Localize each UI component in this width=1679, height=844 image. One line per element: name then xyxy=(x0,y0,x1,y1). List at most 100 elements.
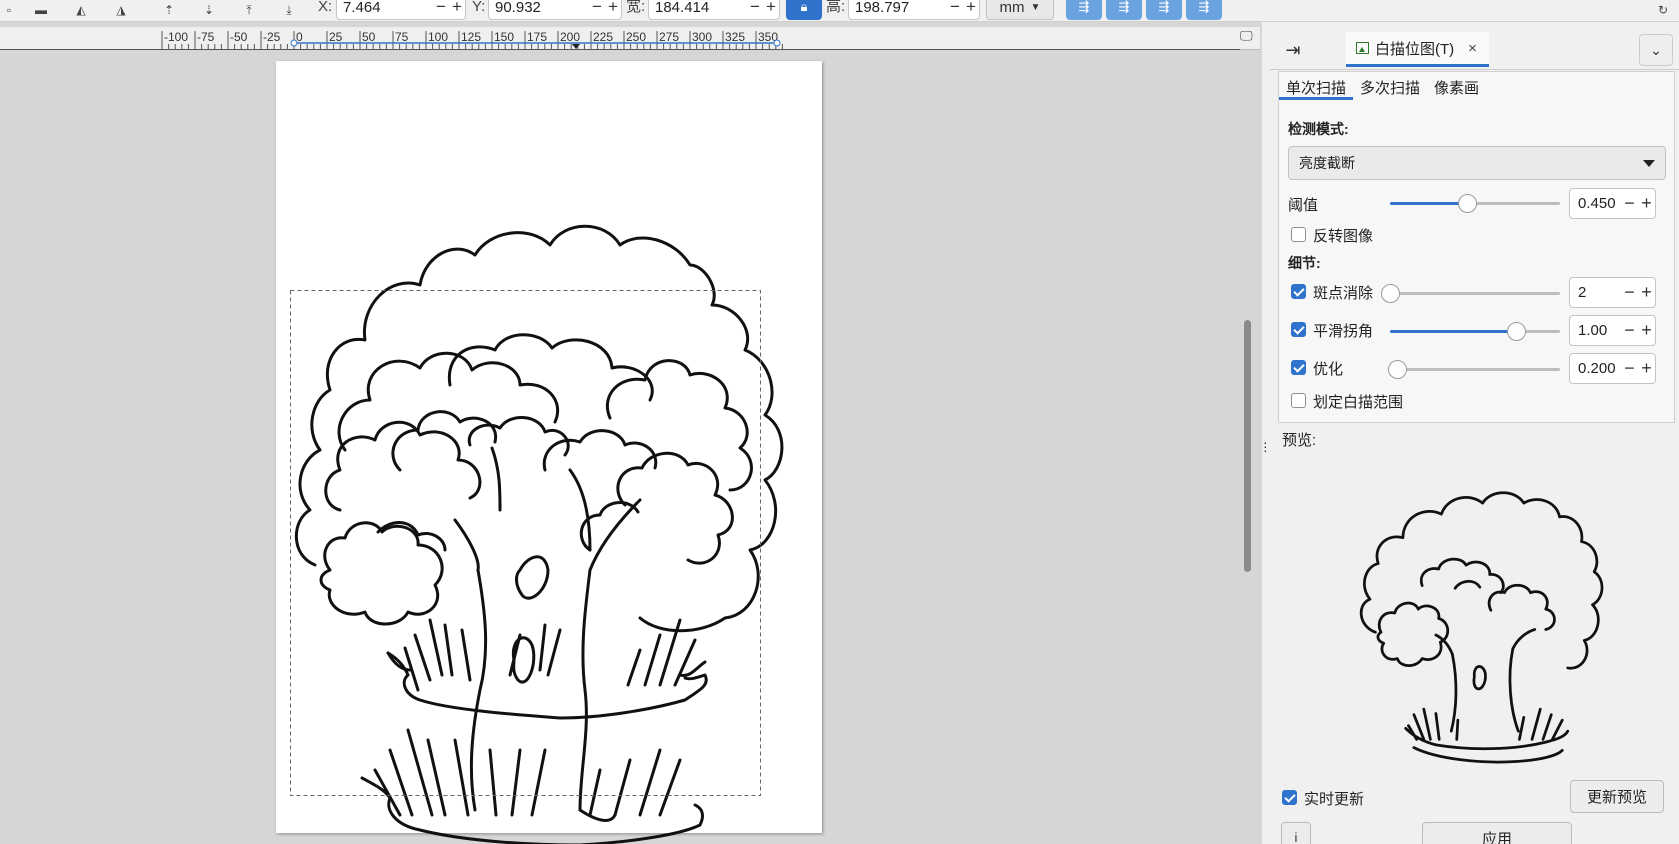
width-field[interactable]: 184.414 − + xyxy=(648,0,780,20)
lower-to-bottom-icon[interactable]: ⤓ xyxy=(276,0,302,20)
x-value[interactable]: 7.464 xyxy=(337,0,433,16)
raise-icon[interactable]: ⇡ xyxy=(156,0,182,20)
speckles-increment-button[interactable]: + xyxy=(1638,282,1655,303)
height-increment-button[interactable]: + xyxy=(963,0,979,17)
threshold-slider[interactable] xyxy=(1390,193,1560,213)
threshold-fill xyxy=(1390,202,1467,205)
move-gradients-icon: ⇶ xyxy=(1158,0,1170,14)
scale-corners-button[interactable]: ⇶ xyxy=(1106,0,1142,20)
height-field[interactable]: 198.797 − + xyxy=(848,0,980,20)
threshold-value[interactable]: 0.450 xyxy=(1570,195,1621,212)
raise-to-top-layer-icon[interactable]: ⤒ xyxy=(236,0,262,20)
optimize-value[interactable]: 0.200 xyxy=(1570,360,1621,377)
x-field[interactable]: 7.464 − + xyxy=(336,0,466,20)
optimize-track xyxy=(1390,368,1560,371)
threshold-label: 阈值 xyxy=(1288,197,1319,214)
trace-area-label[interactable]: 划定白描范围 xyxy=(1313,391,1403,412)
vertical-scrollbar[interactable] xyxy=(1244,320,1251,572)
x-increment-button[interactable]: + xyxy=(449,0,465,17)
flip-horizontal-icon[interactable]: ◭ xyxy=(68,0,94,20)
scale-stroke-button[interactable]: ⇶ xyxy=(1066,0,1102,20)
ruler-tick-label: 325 xyxy=(725,30,745,44)
optimize-checkbox[interactable] xyxy=(1291,360,1306,375)
trace-preview-image xyxy=(1359,491,1604,764)
update-preview-button[interactable]: 更新预览 xyxy=(1570,780,1664,813)
height-decrement-button[interactable]: − xyxy=(947,0,963,17)
speckles-decrement-button[interactable]: − xyxy=(1621,282,1638,303)
y-value[interactable]: 90.932 xyxy=(489,0,589,16)
threshold-spinbox[interactable]: 0.450 − + xyxy=(1569,188,1656,219)
move-patterns-button[interactable]: ⇶ xyxy=(1186,0,1222,20)
tab-multiple-scans[interactable]: 多次扫描 xyxy=(1353,72,1427,100)
smooth-corners-knob[interactable] xyxy=(1506,322,1526,341)
scale-stroke-icon: ⇶ xyxy=(1078,0,1090,14)
live-update-label[interactable]: 实时更新 xyxy=(1304,788,1364,809)
smooth-corners-spinbox[interactable]: 1.00 − + xyxy=(1569,315,1656,346)
x-label: X: xyxy=(318,0,333,15)
speckles-value[interactable]: 2 xyxy=(1570,284,1621,301)
dock-menu-button[interactable]: ⌄ xyxy=(1639,34,1673,66)
optimize-decrement-button[interactable]: − xyxy=(1621,358,1638,379)
optimize-increment-button[interactable]: + xyxy=(1638,358,1655,379)
optimize-slider[interactable] xyxy=(1387,359,1560,379)
smooth-corners-increment-button[interactable]: + xyxy=(1638,320,1655,341)
trace-area-checkbox[interactable] xyxy=(1291,393,1306,408)
y-decrement-button[interactable]: − xyxy=(589,0,605,17)
y-increment-button[interactable]: + xyxy=(605,0,621,17)
move-gradients-button[interactable]: ⇶ xyxy=(1146,0,1182,20)
unit-select[interactable]: mm ▼ xyxy=(986,0,1054,20)
speckles-checkbox[interactable] xyxy=(1291,284,1306,299)
canvas[interactable] xyxy=(0,50,1260,844)
width-decrement-button[interactable]: − xyxy=(747,0,763,17)
optimize-spinbox[interactable]: 0.200 − + xyxy=(1569,353,1656,384)
tree-drawing[interactable] xyxy=(0,50,1260,844)
dock-separator[interactable] xyxy=(1262,22,1270,844)
refresh-icon[interactable]: ↻ xyxy=(1650,0,1676,20)
ruler-tick-label: -75 xyxy=(197,30,215,44)
y-field[interactable]: 90.932 − + xyxy=(488,0,622,20)
align-top-icon[interactable]: ▫ xyxy=(0,0,22,20)
live-update-checkbox[interactable] xyxy=(1282,790,1297,805)
width-increment-button[interactable]: + xyxy=(763,0,779,17)
horizontal-ruler[interactable]: -100 -75 -50 -25 0 25 50 75 100 125 150 175 200 225 25… xyxy=(0,27,1260,50)
ruler-tick-label: 100 xyxy=(428,30,448,44)
info-icon: i xyxy=(1294,829,1298,844)
smooth-corners-decrement-button[interactable]: − xyxy=(1621,320,1638,341)
optimize-knob[interactable] xyxy=(1387,360,1407,379)
flip-vertical-icon[interactable]: ◮ xyxy=(108,0,134,20)
tab-trace-bitmap[interactable]: 白描位图(T) × xyxy=(1346,32,1489,67)
display-mode-icon[interactable]: 🖵︎ xyxy=(1240,28,1258,46)
smooth-corners-value[interactable]: 1.00 xyxy=(1570,322,1621,339)
drag-handle-icon[interactable]: · · · xyxy=(1263,435,1268,457)
height-value[interactable]: 198.797 xyxy=(849,0,947,16)
lower-icon[interactable]: ⇣ xyxy=(196,0,222,20)
smooth-corners-slider[interactable] xyxy=(1390,321,1560,341)
invert-image-label[interactable]: 反转图像 xyxy=(1313,225,1373,246)
preview-label: 预览: xyxy=(1282,432,1317,449)
ruler-tick-label: 75 xyxy=(395,30,409,44)
invert-image-checkbox[interactable] xyxy=(1291,227,1306,242)
threshold-increment-button[interactable]: + xyxy=(1638,193,1655,214)
threshold-knob[interactable] xyxy=(1457,194,1477,213)
tab-pixel-art[interactable]: 像素画 xyxy=(1427,72,1486,100)
close-icon[interactable]: × xyxy=(1468,40,1477,57)
raise-to-top-icon[interactable]: ▬ xyxy=(28,0,54,20)
ruler-scale: -100 -75 -50 -25 0 25 50 75 100 125 150 175 200 225 25… xyxy=(0,30,1240,50)
x-decrement-button[interactable]: − xyxy=(433,0,449,17)
info-button[interactable]: i xyxy=(1281,822,1311,844)
smooth-corners-checkbox[interactable] xyxy=(1291,322,1306,337)
threshold-decrement-button[interactable]: − xyxy=(1621,193,1638,214)
tab-single-scan[interactable]: 单次扫描 xyxy=(1279,72,1354,100)
smooth-corners-label[interactable]: 平滑拐角 xyxy=(1313,320,1373,341)
speckles-knob[interactable] xyxy=(1381,284,1400,303)
speckles-spinbox[interactable]: 2 − + xyxy=(1569,277,1656,308)
speckles-slider[interactable] xyxy=(1381,283,1560,303)
width-value[interactable]: 184.414 xyxy=(649,0,747,16)
speckles-label[interactable]: 斑点消除 xyxy=(1313,282,1373,303)
lock-proportions-button[interactable]: 🔒︎ xyxy=(786,0,822,20)
detection-mode-select[interactable]: 亮度截断 xyxy=(1288,146,1666,180)
ruler-tick-label: 275 xyxy=(659,30,679,44)
optimize-label[interactable]: 优化 xyxy=(1313,358,1343,379)
apply-button[interactable]: 应用 xyxy=(1422,822,1572,844)
export-icon[interactable]: ⇥ xyxy=(1278,37,1308,63)
